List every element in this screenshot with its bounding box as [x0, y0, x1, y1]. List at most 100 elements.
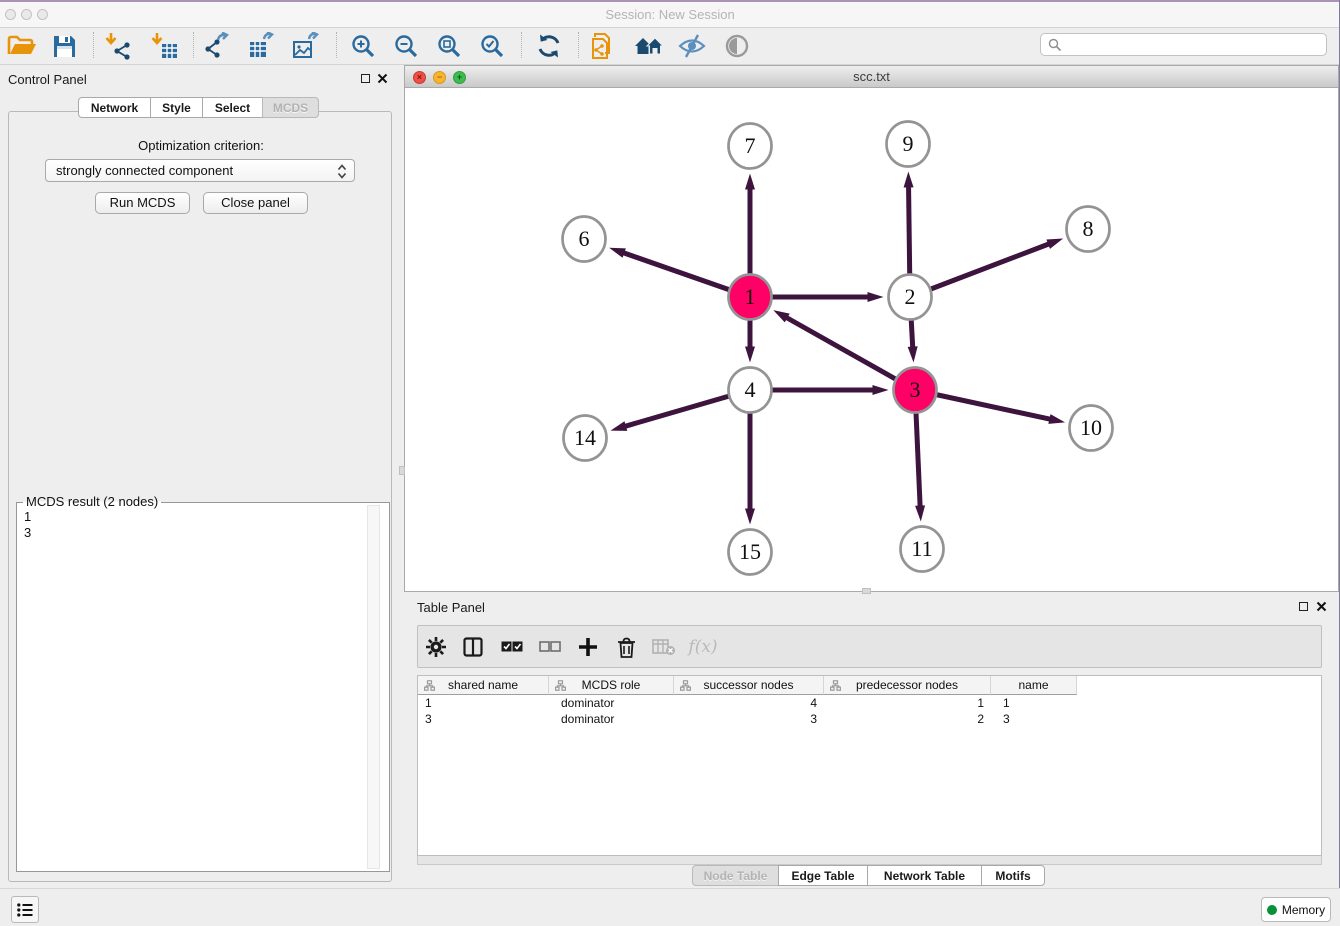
column-header-successor-nodes[interactable]: successor nodes [674, 676, 824, 695]
refresh-icon[interactable] [531, 30, 567, 62]
save-icon[interactable] [46, 30, 82, 62]
control-panel-tab-select[interactable]: Select [202, 97, 263, 118]
optimization-criterion-label: Optimization criterion: [9, 138, 393, 153]
graph-node-label-4: 4 [745, 377, 756, 402]
show-panel-eye-icon[interactable] [719, 30, 755, 62]
table-cell[interactable]: 3 [418, 711, 549, 727]
control-panel-tab-network[interactable]: Network [78, 97, 151, 118]
control-panel-tab-style[interactable]: Style [150, 97, 203, 118]
control-panel-tab-mcds[interactable]: MCDS [262, 97, 319, 118]
window-title: Session: New Session [0, 2, 1340, 27]
control-panel-close-icon[interactable] [377, 73, 388, 84]
table-panel-float-icon[interactable] [1299, 602, 1308, 611]
edge-arrowhead [873, 385, 889, 395]
edge-arrowhead [745, 509, 755, 525]
table-cell[interactable]: 1 [991, 695, 1077, 711]
column-header-shared-name[interactable]: shared name [418, 676, 549, 695]
graph-node-label-2: 2 [905, 284, 916, 309]
hide-panel-eye-icon[interactable] [674, 30, 710, 62]
close-panel-button[interactable]: Close panel [203, 192, 308, 214]
import-table-icon[interactable] [146, 30, 182, 62]
zoom-selected-icon[interactable] [474, 30, 510, 62]
optimization-criterion-select[interactable]: strongly connected component [45, 159, 355, 182]
table-panel-title: Table Panel [417, 600, 485, 615]
graph-node-label-6: 6 [579, 226, 590, 251]
table-settings-gear-icon[interactable] [419, 632, 453, 662]
open-folder-icon[interactable] [4, 30, 40, 62]
table-panel-tabs: Node TableEdge TableNetwork TableMotifs [692, 865, 1045, 886]
mcds-result-value: 1 [24, 509, 389, 525]
control-panel-float-icon[interactable] [361, 74, 370, 83]
column-header-label: name [1018, 678, 1048, 692]
column-layout-icon[interactable] [456, 632, 490, 662]
network-window-title: scc.txt [405, 66, 1338, 87]
task-history-button[interactable] [11, 896, 39, 923]
mac-titlebar: Session: New Session [0, 0, 1340, 28]
export-network-icon[interactable] [200, 30, 236, 62]
column-header-MCDS-role[interactable]: MCDS role [549, 676, 674, 695]
graph-node-label-15: 15 [739, 539, 761, 564]
zoom-out-icon[interactable] [388, 30, 424, 62]
network-window-titlebar[interactable]: scc.txt × − + [405, 66, 1338, 88]
delete-column-trash-icon[interactable] [609, 632, 643, 662]
function-builder-icon[interactable]: f(x) [686, 632, 720, 662]
table-tab-node-table[interactable]: Node Table [692, 865, 779, 886]
table-toolbar: f(x) [417, 625, 1322, 668]
table-cell[interactable]: dominator [549, 695, 674, 711]
optimization-criterion-value: strongly connected component [56, 163, 233, 178]
select-all-columns-icon[interactable] [495, 632, 529, 662]
graph-node-label-11: 11 [911, 536, 932, 561]
export-image-icon[interactable] [288, 30, 324, 62]
table-cell[interactable]: 4 [674, 695, 824, 711]
toolbar-separator [336, 32, 337, 58]
home-icon[interactable] [631, 30, 667, 62]
table-tab-network-table[interactable]: Network Table [867, 865, 982, 886]
table-row[interactable]: 1dominator411 [418, 695, 1321, 711]
vertical-splitter-handle[interactable] [399, 466, 405, 475]
table-tab-edge-table[interactable]: Edge Table [778, 865, 868, 886]
edge-arrowhead [1046, 238, 1063, 248]
table-cell[interactable]: 1 [418, 695, 549, 711]
edge-arrowhead [611, 421, 628, 431]
search-input[interactable] [1040, 33, 1327, 56]
memory-button[interactable]: Memory [1261, 897, 1331, 922]
table-cell[interactable]: 3 [674, 711, 824, 727]
table-panel-close-icon[interactable] [1316, 601, 1327, 612]
graph-node-label-3: 3 [910, 377, 921, 402]
edge-arrowhead [904, 171, 914, 187]
mcds-result-scrollbar[interactable] [367, 505, 380, 869]
table-cell[interactable]: dominator [549, 711, 674, 727]
table-cell[interactable]: 3 [991, 711, 1077, 727]
import-network-icon[interactable] [100, 30, 136, 62]
column-header-predecessor-nodes[interactable]: predecessor nodes [824, 676, 991, 695]
deselect-all-columns-icon[interactable] [533, 632, 567, 662]
network-minimize-icon[interactable]: − [433, 71, 446, 84]
network-graph[interactable]: 1234678910111415 [405, 88, 1338, 591]
zoom-fit-icon[interactable] [431, 30, 467, 62]
edge-arrowhead [908, 346, 918, 362]
network-close-icon[interactable]: × [413, 71, 426, 84]
copy-view-icon[interactable] [587, 30, 623, 62]
column-sort-tree-icon [830, 680, 841, 694]
table-cell[interactable]: 2 [824, 711, 991, 727]
add-column-icon[interactable] [571, 632, 605, 662]
export-table-icon[interactable] [244, 30, 280, 62]
control-panel-tabs: NetworkStyleSelectMCDS [78, 97, 319, 118]
table-panel: Table Panel f(x) shared nameMCDS rolesuc… [404, 594, 1340, 888]
network-zoom-icon[interactable]: + [453, 71, 466, 84]
toolbar-separator [578, 32, 579, 58]
zoom-in-icon[interactable] [345, 30, 381, 62]
column-sort-tree-icon [680, 680, 691, 694]
graph-node-label-14: 14 [574, 425, 596, 450]
run-mcds-button[interactable]: Run MCDS [95, 192, 190, 214]
network-view-window: scc.txt × − + 1234678910111415 [404, 65, 1339, 592]
column-header-name[interactable]: name [991, 676, 1077, 695]
table-row[interactable]: 3dominator323 [418, 711, 1321, 727]
memory-status-dot [1267, 905, 1277, 915]
select-stepper-icon [337, 164, 347, 179]
delete-table-icon[interactable] [647, 632, 681, 662]
graph-node-label-9: 9 [903, 131, 914, 156]
table-tab-motifs[interactable]: Motifs [981, 865, 1045, 886]
table-cell[interactable]: 1 [824, 695, 991, 711]
edge-arrowhead [915, 505, 925, 521]
